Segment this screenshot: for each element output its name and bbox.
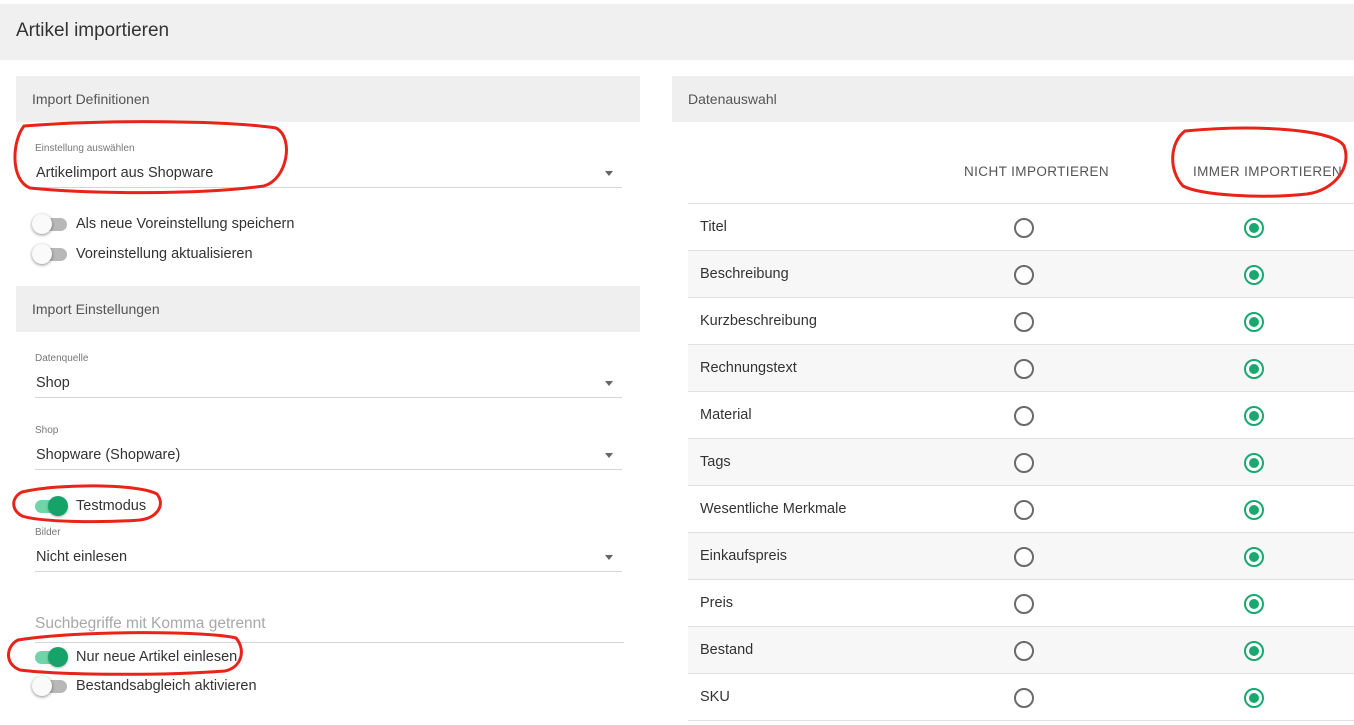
row-label: Wesentliche Merkmale — [700, 501, 847, 517]
row-label: Rechnungstext — [700, 360, 797, 376]
table-row: Beschreibung — [688, 250, 1354, 297]
update-preset-label: Voreinstellung aktualisieren — [76, 246, 253, 262]
testmode-label: Testmodus — [76, 498, 147, 514]
datasource-value: Shop — [36, 375, 70, 391]
radio-always-import[interactable] — [1244, 312, 1264, 332]
radio-not-import[interactable] — [1014, 641, 1034, 661]
datasource-label: Datenquelle — [35, 353, 89, 364]
radio-always-import[interactable] — [1244, 641, 1264, 661]
page-title: Artikel importieren — [16, 20, 170, 41]
toggle-knob — [48, 647, 68, 667]
radio-always-import[interactable] — [1244, 218, 1264, 238]
radio-always-import[interactable] — [1244, 594, 1264, 614]
radio-always-import[interactable] — [1244, 547, 1264, 567]
radio-not-import[interactable] — [1014, 547, 1034, 567]
images-label: Bilder — [35, 527, 61, 538]
data-selection-header: Datenauswahl — [672, 76, 1354, 122]
toggle-knob — [32, 214, 52, 234]
only-new-label: Nur neue Artikel einlesen — [76, 649, 238, 665]
table-row: Wesentliche Merkmale — [688, 485, 1354, 532]
save-preset-label: Als neue Voreinstellung speichern — [76, 216, 295, 232]
radio-always-import[interactable] — [1244, 265, 1264, 285]
row-label: Bestand — [700, 642, 754, 658]
only-new-toggle[interactable] — [32, 646, 68, 668]
radio-not-import[interactable] — [1014, 218, 1034, 238]
setting-select[interactable]: Einstellung auswählen Artikelimport aus … — [35, 142, 622, 188]
shop-select[interactable]: Shop Shopware (Shopware) — [35, 424, 622, 470]
row-label: SKU — [700, 689, 730, 705]
shop-value: Shopware (Shopware) — [36, 447, 181, 463]
annotation-circle — [1171, 126, 1348, 198]
table-row: Rechnungstext — [688, 344, 1354, 391]
row-label: Preis — [700, 595, 734, 611]
row-label: Tags — [700, 454, 731, 470]
table-row: Bestand — [688, 626, 1354, 673]
table-row: SKU — [688, 673, 1354, 720]
chevron-down-icon — [605, 555, 613, 560]
table-row: Einkaufspreis — [688, 532, 1354, 579]
radio-not-import[interactable] — [1014, 688, 1034, 708]
save-preset-toggle[interactable] — [32, 213, 68, 235]
radio-not-import[interactable] — [1014, 265, 1034, 285]
table-row: Kurzbeschreibung — [688, 297, 1354, 344]
radio-not-import[interactable] — [1014, 500, 1034, 520]
setting-select-label: Einstellung auswählen — [35, 143, 135, 154]
chevron-down-icon — [605, 453, 613, 458]
radio-always-import[interactable] — [1244, 688, 1264, 708]
radio-not-import[interactable] — [1014, 594, 1034, 614]
images-select[interactable]: Bilder Nicht einlesen — [35, 526, 622, 572]
radio-always-import[interactable] — [1244, 359, 1264, 379]
table-row: Preis — [688, 579, 1354, 626]
search-terms-field[interactable] — [35, 606, 624, 643]
data-selection-title: Datenauswahl — [688, 91, 777, 107]
row-label: Beschreibung — [700, 266, 789, 282]
toggle-knob — [32, 244, 52, 264]
radio-always-import[interactable] — [1244, 453, 1264, 473]
row-label: Material — [700, 407, 752, 423]
toggle-knob — [32, 676, 52, 696]
toggle-knob — [48, 496, 68, 516]
chevron-down-icon — [605, 171, 613, 176]
radio-not-import[interactable] — [1014, 406, 1034, 426]
images-value: Nicht einlesen — [36, 549, 128, 565]
import-definitions-title: Import Definitionen — [32, 91, 150, 107]
search-input[interactable] — [35, 606, 624, 642]
row-label: Einkaufspreis — [700, 548, 788, 564]
update-preset-toggle[interactable] — [32, 243, 68, 265]
stock-sync-label: Bestandsabgleich aktivieren — [76, 678, 257, 694]
shop-label: Shop — [35, 425, 59, 436]
radio-always-import[interactable] — [1244, 500, 1264, 520]
radio-not-import[interactable] — [1014, 453, 1034, 473]
radio-always-import[interactable] — [1244, 406, 1264, 426]
table-row: Tags — [688, 438, 1354, 485]
datasource-select[interactable]: Datenquelle Shop — [35, 352, 622, 398]
table-row: Material — [688, 391, 1354, 438]
setting-select-value: Artikelimport aus Shopware — [36, 165, 214, 181]
radio-not-import[interactable] — [1014, 359, 1034, 379]
row-label: Titel — [700, 219, 727, 235]
import-settings-title: Import Einstellungen — [32, 301, 160, 317]
table-bottom-divider — [688, 720, 1354, 721]
import-settings-header: Import Einstellungen — [16, 286, 640, 332]
chevron-down-icon — [605, 381, 613, 386]
stock-sync-toggle[interactable] — [32, 675, 68, 697]
import-definitions-header: Import Definitionen — [16, 76, 640, 122]
page-header: Artikel importieren — [0, 4, 1354, 60]
testmode-toggle[interactable] — [32, 495, 68, 517]
table-row: Titel — [688, 203, 1354, 250]
radio-not-import[interactable] — [1014, 312, 1034, 332]
column-header-not-import: NICHT IMPORTIEREN — [964, 164, 1110, 179]
row-label: Kurzbeschreibung — [700, 313, 817, 329]
column-header-always-import: IMMER IMPORTIEREN — [1193, 164, 1343, 179]
